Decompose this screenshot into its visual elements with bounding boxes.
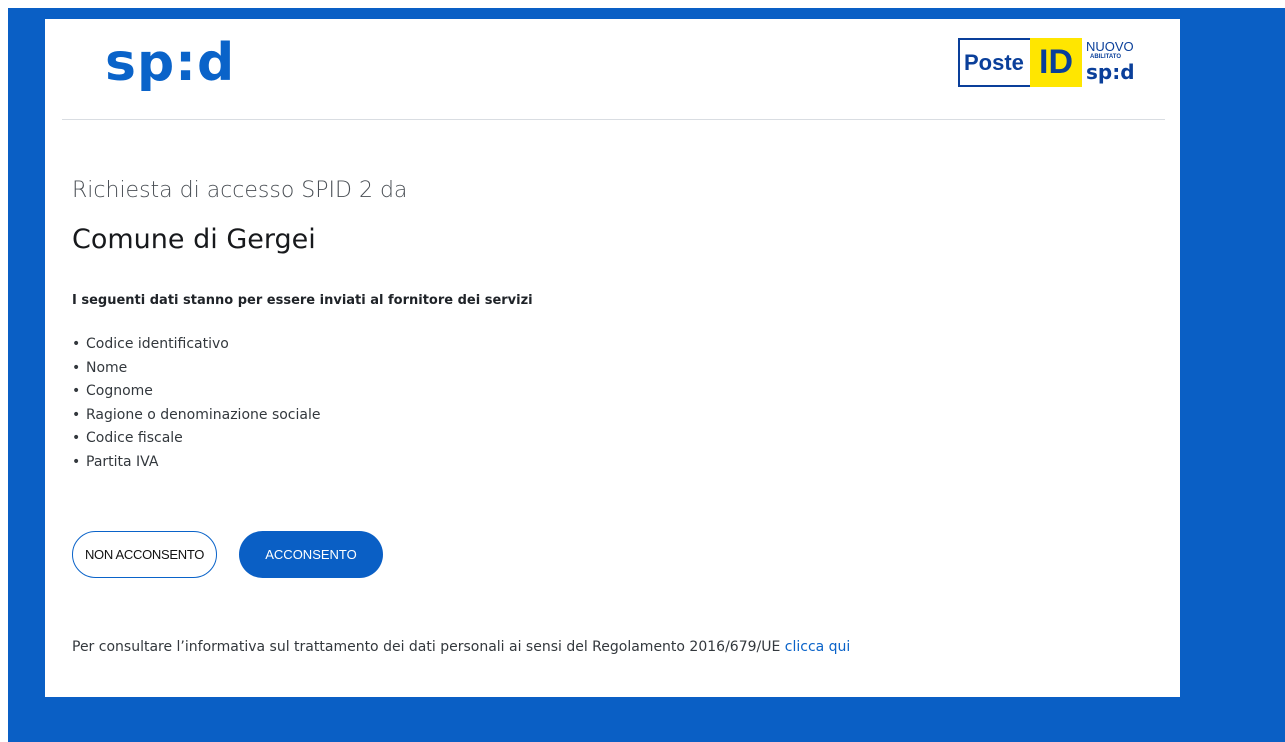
bullet-icon: • <box>72 453 81 470</box>
list-item: • Partita IVA <box>72 451 320 475</box>
posteid-logo-spid: sp:d <box>1086 60 1135 84</box>
spid-logo: sp:d <box>105 33 236 93</box>
attribute-label: Codice identificativo <box>86 336 229 352</box>
posteid-logo: Poste ID NUOVO ABILITATO sp:d <box>958 38 1140 88</box>
attribute-label: Cognome <box>86 383 153 400</box>
list-item: • Nome <box>72 357 320 381</box>
request-label: Richiesta di accesso SPID 2 da <box>72 178 408 203</box>
deny-consent-button[interactable]: NON ACCONSENTO <box>72 531 217 578</box>
privacy-text: Per consultare l’informativa sul trattam… <box>72 639 785 655</box>
attributes-list: • Codice identificativo • Nome • Cognome • R… <box>72 333 320 475</box>
bullet-icon: • <box>72 406 81 423</box>
privacy-link[interactable]: clicca qui <box>785 639 851 655</box>
list-item: • Codice identificativo <box>72 333 320 357</box>
service-provider-name: Comune di Gergei <box>72 224 316 255</box>
attribute-label: Nome <box>86 359 128 376</box>
attribute-label: Partita IVA <box>86 453 159 470</box>
posteid-logo-nuovo: NUOVO <box>1086 39 1134 54</box>
list-item: • Cognome <box>72 380 320 404</box>
attribute-label: Ragione o denominazione sociale <box>86 406 321 423</box>
posteid-logo-poste: Poste <box>964 50 1024 75</box>
header: sp:d Poste ID NUOVO ABILITATO sp:d <box>62 19 1165 120</box>
bullet-icon: • <box>72 359 81 376</box>
list-item: • Ragione o denominazione sociale <box>72 404 320 428</box>
posteid-logo-id: ID <box>1030 38 1082 87</box>
privacy-notice: Per consultare l’informativa sul trattam… <box>72 637 850 657</box>
bullet-icon: • <box>72 383 81 400</box>
attribute-label: Codice fiscale <box>86 430 183 447</box>
list-item: • Codice fiscale <box>72 427 320 451</box>
bullet-icon: • <box>72 336 81 352</box>
consent-card: sp:d Poste ID NUOVO ABILITATO sp:d Richi… <box>45 19 1180 697</box>
bullet-icon: • <box>72 430 81 447</box>
give-consent-button[interactable]: ACCONSENTO <box>239 531 383 578</box>
attributes-intro: I seguenti dati stanno per essere inviat… <box>72 293 533 308</box>
